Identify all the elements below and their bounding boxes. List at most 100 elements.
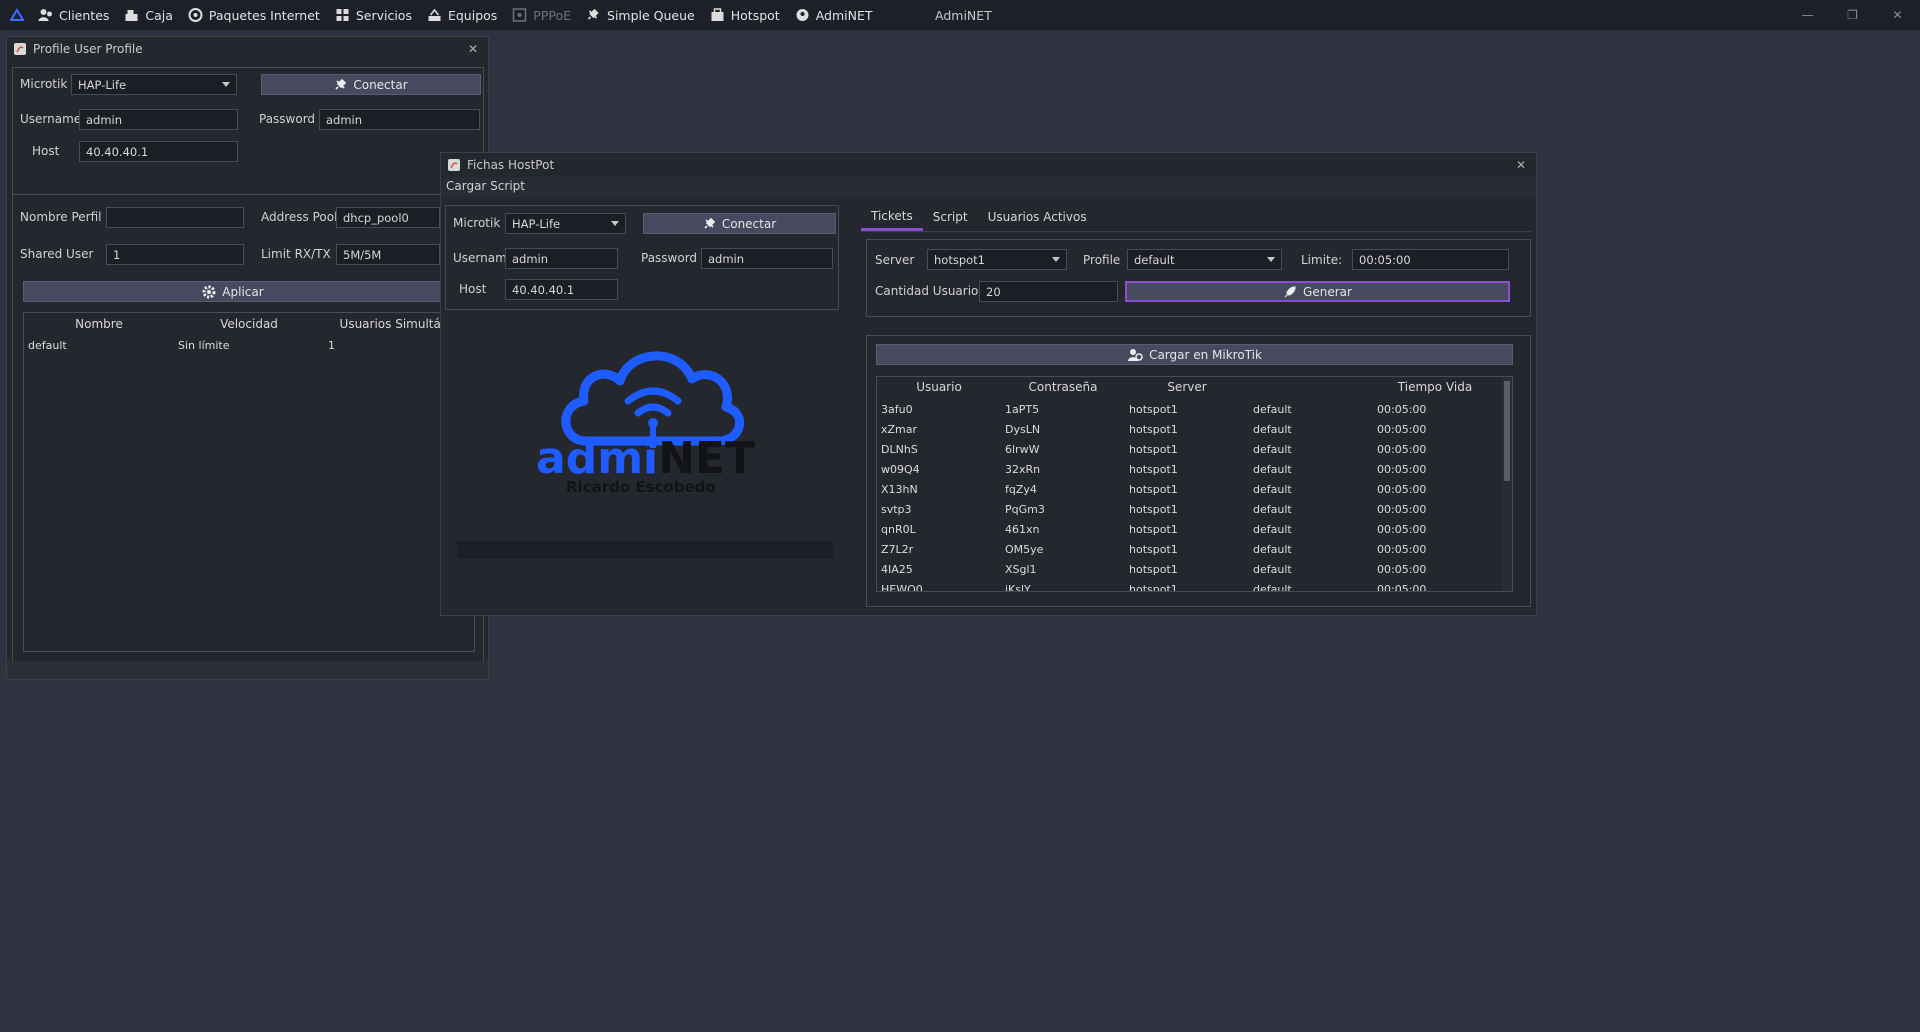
server-select[interactable]: hotspot1	[927, 249, 1067, 270]
connect-button[interactable]: Conectar	[643, 213, 836, 234]
menu-item-label: AdmiNET	[815, 7, 873, 23]
table-row[interactable]: qnR0L 461xn hotspot1 default 00:05:00	[877, 519, 1497, 539]
menu-item-label: Equipos	[447, 7, 498, 23]
connection-panel: Microtik HAP-Life Conectar Username admi…	[445, 205, 839, 310]
table-row[interactable]: HEWQ0 iKslY hotspot1 default 00:05:00	[877, 579, 1497, 592]
limite-label: Limite:	[1301, 253, 1343, 267]
load-mikrotik-button[interactable]: Cargar en MikroTik	[876, 344, 1513, 365]
menu-item-caja[interactable]: Caja	[124, 0, 173, 30]
menu-item-simple-queue[interactable]: Simple Queue	[586, 0, 695, 30]
microtik-select[interactable]: HAP-Life	[71, 74, 237, 95]
load-script-menu[interactable]: Cargar Script	[446, 179, 525, 193]
table-row[interactable]: Z7L2r OM5ye hotspot1 default 00:05:00	[877, 539, 1497, 559]
microtik-label: Microtik	[453, 216, 501, 230]
shared-user-field[interactable]: 1	[106, 244, 244, 265]
host-field[interactable]: 40.40.40.1	[505, 279, 618, 300]
logo-wordmark: admiNET	[536, 435, 755, 483]
window-titlebar[interactable]: Profile User Profile ✕	[7, 37, 488, 61]
table-cell: 00:05:00	[1377, 502, 1427, 516]
menu-item-label: Hotspot	[730, 7, 780, 23]
table-cell: default	[1253, 542, 1292, 556]
menu-item-equipos[interactable]: Equipos	[427, 0, 497, 30]
column-header[interactable]: Tiempo Vida	[1373, 380, 1497, 394]
limite-field[interactable]: 00:05:00	[1352, 249, 1509, 270]
connect-button[interactable]: Conectar	[261, 74, 481, 95]
microtik-label: Microtik	[20, 77, 68, 91]
table-cell: 00:05:00	[1377, 562, 1427, 576]
column-header[interactable]: Velocidad	[174, 317, 324, 331]
minimize-icon: —	[1801, 8, 1814, 22]
table-cell: hotspot1	[1129, 582, 1178, 592]
minimize-button[interactable]: —	[1785, 0, 1830, 30]
username-field[interactable]: admin	[79, 109, 238, 130]
table-cell: hotspot1	[1129, 562, 1178, 576]
java-icon	[13, 42, 27, 56]
microtik-select-value: HAP-Life	[512, 217, 561, 231]
host-label: Host	[459, 282, 487, 296]
table-row[interactable]: xZmar DysLN hotspot1 default 00:05:00	[877, 419, 1497, 439]
username-field[interactable]: admin	[505, 248, 618, 269]
table-cell: hotspot1	[1129, 502, 1178, 516]
close-app-button[interactable]: ✕	[1875, 0, 1920, 30]
table-row[interactable]: svtp3 PqGm3 hotspot1 default 00:05:00	[877, 499, 1497, 519]
table-row[interactable]: 4IA25 XSgl1 hotspot1 default 00:05:00	[877, 559, 1497, 579]
table-cell: svtp3	[881, 502, 912, 516]
connect-label: Conectar	[721, 216, 777, 231]
column-header[interactable]	[1249, 380, 1373, 394]
column-header[interactable]: Usuario	[877, 380, 1001, 394]
tab-tickets[interactable]: Tickets	[861, 203, 923, 231]
tab-usuarios-activos[interactable]: Usuarios Activos	[978, 203, 1097, 231]
window-titlebar[interactable]: Fichas HostPot ✕	[441, 153, 1536, 177]
column-header[interactable]: Server	[1125, 380, 1249, 394]
table-row[interactable]: 3afu0 1aPT5 hotspot1 default 00:05:00	[877, 399, 1497, 419]
tab-script[interactable]: Script	[923, 203, 978, 231]
address-pool-field[interactable]: dhcp_pool0	[336, 207, 440, 228]
ticket-settings-panel: Server hotspot1 Profile default Limite: …	[866, 239, 1531, 317]
nombre-perfil-label: Nombre Perfil	[20, 210, 102, 224]
microtik-select[interactable]: HAP-Life	[505, 213, 626, 234]
menu-item-paquetes-internet[interactable]: Paquetes Internet	[188, 0, 320, 30]
cantidad-label: Cantidad Usuarios	[875, 284, 985, 298]
package-icon	[188, 8, 203, 22]
apply-button[interactable]: Aplicar	[23, 281, 443, 302]
table-cell: default	[1253, 422, 1292, 436]
table-header: Nombre Velocidad Usuarios Simultán	[24, 317, 474, 331]
limit-field[interactable]: 5M/5M	[336, 244, 440, 265]
table-row[interactable]: DLNhS 6lrwW hotspot1 default 00:05:00	[877, 439, 1497, 459]
logo-author: Ricardo Escobedo	[566, 478, 716, 496]
menu-item-hotspot[interactable]: Hotspot	[710, 0, 780, 30]
table-row[interactable]: w09Q4 32xRn hotspot1 default 00:05:00	[877, 459, 1497, 479]
menu-item-adminet[interactable]: AdmiNET	[795, 0, 873, 30]
menu-item-clientes[interactable]: Clientes	[38, 0, 109, 30]
table-scrollbar[interactable]	[1502, 377, 1512, 591]
column-header[interactable]: Nombre	[24, 317, 174, 331]
close-window-button[interactable]: ✕	[464, 40, 482, 58]
table-cell: hotspot1	[1129, 442, 1178, 456]
column-header[interactable]: Contraseña	[1001, 380, 1125, 394]
profile-select[interactable]: default	[1127, 249, 1282, 270]
close-window-button[interactable]: ✕	[1512, 156, 1530, 174]
password-field[interactable]: admin	[701, 248, 833, 269]
table-cell: default	[1253, 442, 1292, 456]
nombre-perfil-field[interactable]	[106, 207, 244, 228]
cantidad-field[interactable]: 20	[979, 281, 1118, 302]
menu-item-pppoe[interactable]: PPPoE	[512, 0, 571, 30]
restore-button[interactable]: ❐	[1830, 0, 1875, 30]
table-cell: 6lrwW	[1005, 442, 1040, 456]
table-row[interactable]: X13hN fqZy4 hotspot1 default 00:05:00	[877, 479, 1497, 499]
scrollbar-thumb[interactable]	[1504, 381, 1510, 481]
password-field[interactable]: admin	[319, 109, 480, 130]
table-cell: 00:05:00	[1377, 462, 1427, 476]
profiles-table: Nombre Velocidad Usuarios Simultán default…	[23, 312, 475, 652]
table-row[interactable]: default Sin límite 1	[24, 335, 464, 355]
app-logo-icon	[10, 8, 24, 22]
close-icon: ✕	[1892, 8, 1903, 22]
status-bar	[7, 661, 488, 679]
host-field[interactable]: 40.40.40.1	[79, 141, 238, 162]
generate-button[interactable]: Generar	[1125, 281, 1510, 302]
table-cell: DysLN	[1005, 422, 1041, 436]
table-cell: 1aPT5	[1005, 402, 1040, 416]
menu-item-servicios[interactable]: Servicios	[335, 0, 412, 30]
gear-icon	[202, 285, 216, 299]
restore-icon: ❐	[1847, 8, 1858, 22]
